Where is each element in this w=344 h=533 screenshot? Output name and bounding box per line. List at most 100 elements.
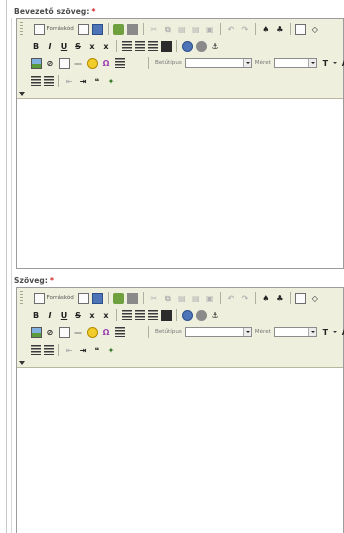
- special-char-icon[interactable]: Ω: [101, 58, 112, 69]
- horizontal-rule-icon[interactable]: —: [73, 58, 84, 69]
- indent-icon[interactable]: ⇥: [78, 76, 89, 87]
- align-left-icon[interactable]: [121, 310, 132, 320]
- subscript-icon[interactable]: x: [87, 310, 98, 321]
- background-color-icon[interactable]: A: [339, 327, 344, 338]
- strikethrough-icon[interactable]: S: [73, 310, 84, 321]
- font-select[interactable]: [184, 58, 252, 68]
- source-button[interactable]: Forráskód: [29, 23, 77, 36]
- text-color-icon[interactable]: T: [320, 327, 331, 338]
- copy-icon[interactable]: ⧉: [162, 293, 173, 304]
- print-icon[interactable]: [127, 292, 139, 304]
- italic-icon[interactable]: I: [45, 41, 56, 52]
- size-select[interactable]: [273, 58, 317, 68]
- align-justify-icon[interactable]: [160, 309, 172, 321]
- underline-icon[interactable]: U: [59, 41, 70, 52]
- print-icon[interactable]: [127, 23, 139, 35]
- align-left-icon[interactable]: [121, 41, 132, 51]
- toolbar-grip[interactable]: [20, 291, 23, 305]
- blockquote-icon[interactable]: ❝: [92, 345, 103, 356]
- numbered-list-icon[interactable]: [30, 345, 41, 355]
- align-right-icon[interactable]: [147, 310, 158, 320]
- superscript-icon[interactable]: x: [101, 310, 112, 321]
- preview-icon[interactable]: [78, 292, 90, 304]
- align-center-icon[interactable]: [134, 41, 145, 51]
- text-color-icon[interactable]: T: [320, 58, 331, 69]
- horizontal-rule-icon[interactable]: —: [73, 327, 84, 338]
- preview-icon[interactable]: [78, 23, 90, 35]
- italic-icon[interactable]: I: [45, 310, 56, 321]
- anchor-icon[interactable]: ⚓: [210, 41, 221, 52]
- unlink-icon[interactable]: [195, 309, 207, 321]
- templates-icon[interactable]: [92, 292, 104, 304]
- image-icon[interactable]: [30, 326, 42, 338]
- toolbar-collapse-icon[interactable]: [19, 92, 25, 96]
- table-icon[interactable]: [58, 326, 70, 338]
- bold-icon[interactable]: B: [31, 41, 42, 52]
- remove-format-icon[interactable]: ◇: [309, 24, 320, 35]
- about-icon[interactable]: ✦: [106, 345, 117, 356]
- unlink-icon[interactable]: [195, 40, 207, 52]
- page-break-icon[interactable]: [114, 58, 125, 68]
- align-right-icon[interactable]: [147, 41, 158, 51]
- smiley-icon[interactable]: [86, 326, 98, 338]
- replace-icon[interactable]: ♣: [274, 293, 285, 304]
- indent-icon[interactable]: ⇥: [78, 345, 89, 356]
- toolbar-collapse-icon[interactable]: [19, 361, 25, 365]
- cut-icon[interactable]: ✂: [148, 24, 159, 35]
- subscript-icon[interactable]: x: [87, 41, 98, 52]
- intro-text-content[interactable]: [17, 99, 343, 268]
- paste-word-icon[interactable]: ▣: [204, 293, 215, 304]
- redo-icon[interactable]: ↷: [239, 24, 250, 35]
- about-icon[interactable]: ✦: [106, 76, 117, 87]
- align-justify-icon[interactable]: [160, 40, 172, 52]
- bulleted-list-icon[interactable]: [43, 76, 54, 86]
- paste-icon[interactable]: ▤: [176, 293, 187, 304]
- redo-icon[interactable]: ↷: [239, 293, 250, 304]
- superscript-icon[interactable]: x: [101, 41, 112, 52]
- spellcheck-icon[interactable]: [113, 23, 125, 35]
- strikethrough-icon[interactable]: S: [73, 41, 84, 52]
- align-center-icon[interactable]: [134, 310, 145, 320]
- anchor-icon[interactable]: ⚓: [210, 310, 221, 321]
- link-icon[interactable]: [181, 40, 193, 52]
- spellcheck-icon[interactable]: [113, 292, 125, 304]
- text-content[interactable]: [17, 368, 343, 533]
- font-select[interactable]: [184, 327, 252, 337]
- select-all-icon[interactable]: [295, 292, 307, 304]
- replace-icon[interactable]: ♣: [274, 24, 285, 35]
- source-button[interactable]: Forráskód: [29, 292, 77, 305]
- image-icon[interactable]: [30, 57, 42, 69]
- smiley-icon[interactable]: [86, 57, 98, 69]
- paste-text-icon[interactable]: ▤: [190, 24, 201, 35]
- outdent-icon[interactable]: ⇤: [64, 76, 75, 87]
- page-break-icon[interactable]: [114, 327, 125, 337]
- find-icon[interactable]: ♠: [260, 24, 271, 35]
- table-icon[interactable]: [58, 57, 70, 69]
- chevron-down-icon[interactable]: [333, 331, 338, 333]
- numbered-list-icon[interactable]: [30, 76, 41, 86]
- size-select[interactable]: [273, 327, 317, 337]
- bulleted-list-icon[interactable]: [43, 345, 54, 355]
- undo-icon[interactable]: ↶: [225, 24, 236, 35]
- paste-word-icon[interactable]: ▣: [204, 24, 215, 35]
- undo-icon[interactable]: ↶: [225, 293, 236, 304]
- chevron-down-icon[interactable]: [333, 62, 338, 64]
- underline-icon[interactable]: U: [59, 310, 70, 321]
- outdent-icon[interactable]: ⇤: [64, 345, 75, 356]
- background-color-icon[interactable]: A: [339, 58, 344, 69]
- paste-text-icon[interactable]: ▤: [190, 293, 201, 304]
- remove-format-icon[interactable]: ◇: [309, 293, 320, 304]
- copy-icon[interactable]: ⧉: [162, 24, 173, 35]
- templates-icon[interactable]: [92, 23, 104, 35]
- blockquote-icon[interactable]: ❝: [92, 76, 103, 87]
- cut-icon[interactable]: ✂: [148, 293, 159, 304]
- paste-icon[interactable]: ▤: [176, 24, 187, 35]
- bold-icon[interactable]: B: [31, 310, 42, 321]
- flash-icon[interactable]: ⊘: [45, 327, 56, 338]
- link-icon[interactable]: [181, 309, 193, 321]
- flash-icon[interactable]: ⊘: [45, 58, 56, 69]
- special-char-icon[interactable]: Ω: [101, 327, 112, 338]
- toolbar-grip[interactable]: [20, 22, 23, 36]
- select-all-icon[interactable]: [295, 23, 307, 35]
- find-icon[interactable]: ♠: [260, 293, 271, 304]
